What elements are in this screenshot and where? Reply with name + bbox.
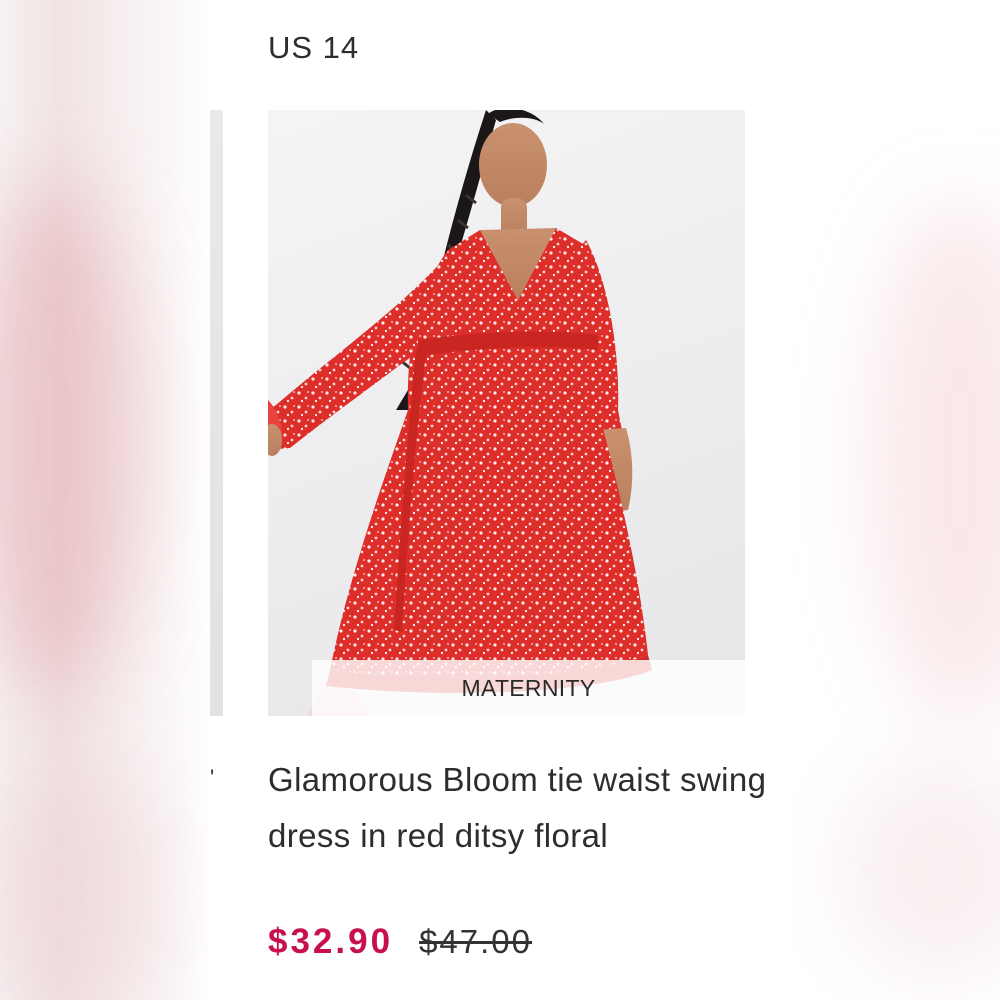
product-photo-illustration	[268, 110, 652, 716]
product-photo[interactable]: MATERNITY	[268, 110, 745, 716]
previous-product-image-edge[interactable]	[210, 110, 223, 716]
price-row: $32.90 $47.00	[268, 922, 532, 962]
maternity-badge: MATERNITY	[312, 660, 745, 716]
blurred-backdrop-left	[0, 0, 210, 1000]
blurred-backdrop-right	[788, 0, 1000, 1000]
screenshot-stage: US 14 ' MATERNITY Glamorous Bloom tie wa…	[0, 0, 1000, 1000]
product-title[interactable]: Glamorous Bloom tie waist swing dress in…	[268, 752, 778, 864]
size-label: US 14	[268, 30, 360, 65]
previous-product-title-fragment: '	[210, 765, 215, 790]
sale-price: $32.90	[268, 922, 394, 961]
original-price: $47.00	[419, 923, 532, 960]
product-card[interactable]: US 14 ' MATERNITY Glamorous Bloom tie wa…	[210, 0, 788, 1000]
